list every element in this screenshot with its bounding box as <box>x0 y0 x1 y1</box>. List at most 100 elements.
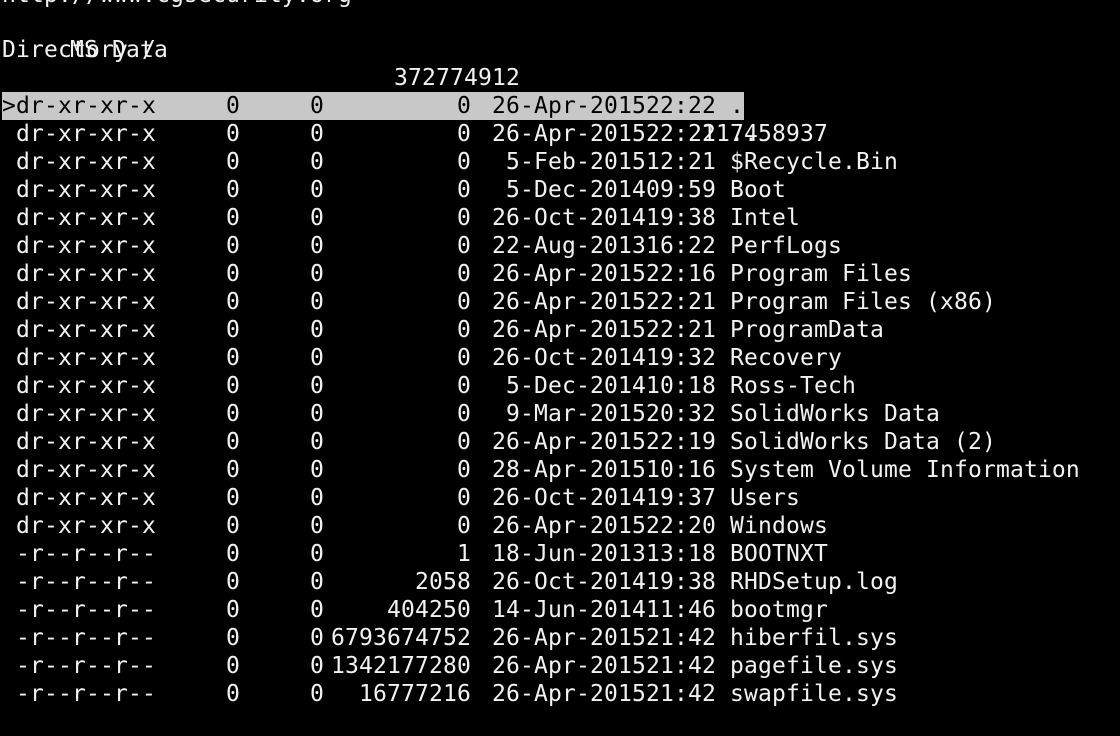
entry-permissions: -r--r--r-- <box>16 541 156 567</box>
entry-name: Windows <box>730 513 828 539</box>
entry-size: 0 <box>457 149 471 175</box>
file-list-row[interactable]: -r--r--r-- 0 0 2058 26-Oct-2014 19:38 RHDSetup… <box>2 568 1118 596</box>
file-list-row[interactable]: dr-xr-xr-x 0 0 0 26-Apr-2015 22:21 ProgramData <box>2 316 1118 344</box>
file-list-row[interactable]: dr-xr-xr-x 0 0 0 26-Apr-2015 22:22.. <box>2 120 1118 148</box>
entry-name: Recovery <box>730 345 842 371</box>
file-list-row[interactable]: -r--r--r-- 0 0 404250 14-Jun-2014 11:46 bootmg… <box>2 596 1118 624</box>
file-list-row[interactable]: dr-xr-xr-x 0 0 0 22-Aug-2013 16:22 PerfLogs <box>2 232 1118 260</box>
file-list-row[interactable]: dr-xr-xr-x 0 0 0 26-Apr-2015 22:21 Program Fil… <box>2 288 1118 316</box>
entry-time: 20:32 <box>646 401 716 427</box>
entry-gid: 0 <box>310 205 324 231</box>
entry-name: Ross-Tech <box>730 373 856 399</box>
entry-size: 16777216 <box>359 681 471 707</box>
entry-uid: 0 <box>226 401 240 427</box>
entry-permissions: dr-xr-xr-x <box>16 429 156 455</box>
entry-gid: 0 <box>310 597 324 623</box>
entry-date: 26-Oct-2014 <box>492 485 646 511</box>
entry-name: pagefile.sys <box>730 653 898 679</box>
entry-date: 9-Mar-2015 <box>506 401 646 427</box>
entry-date: 26-Apr-2015 <box>492 625 646 651</box>
entry-uid: 0 <box>226 205 240 231</box>
file-list-row[interactable]: dr-xr-xr-x 0 0 0 26-Oct-2014 19:32 Recovery <box>2 344 1118 372</box>
file-list-row[interactable]: -r--r--r-- 0 0 1342177280 26-Apr-2015 21:42 pa… <box>2 652 1118 680</box>
entry-uid: 0 <box>226 345 240 371</box>
entry-uid: 0 <box>226 457 240 483</box>
entry-time: 19:32 <box>646 345 716 371</box>
entry-date: 22-Aug-2013 <box>492 233 646 259</box>
entry-name: . <box>730 93 744 119</box>
file-list[interactable]: > dr-xr-xr-x 0 0 0 26-Apr-2015 22:22. dr-xr-xr-… <box>2 92 1118 708</box>
file-list-row[interactable]: dr-xr-xr-x 0 0 0 5-Dec-2014 10:18 Ross-Tech <box>2 372 1118 400</box>
entry-time: 09:59 <box>646 177 716 203</box>
directory-label: Directory / <box>2 37 156 63</box>
file-list-row[interactable]: dr-xr-xr-x 0 0 0 26-Oct-2014 19:37 Users <box>2 484 1118 512</box>
entry-date: 5-Dec-2014 <box>506 177 646 203</box>
entry-uid: 0 <box>226 513 240 539</box>
entry-date: 26-Apr-2015 <box>492 93 646 119</box>
entry-permissions: -r--r--r-- <box>16 625 156 651</box>
entry-date: 26-Apr-2015 <box>492 289 646 315</box>
entry-name: SolidWorks Data (2) <box>730 429 996 455</box>
entry-permissions: dr-xr-xr-x <box>16 401 156 427</box>
entry-size: 0 <box>457 429 471 455</box>
entry-gid: 0 <box>310 317 324 343</box>
entry-size: 0 <box>457 317 471 343</box>
entry-gid: 0 <box>310 429 324 455</box>
entry-size: 0 <box>457 485 471 511</box>
file-list-row[interactable]: > dr-xr-xr-x 0 0 0 26-Apr-2015 22:22. <box>2 92 1118 120</box>
entry-gid: 0 <box>310 373 324 399</box>
entry-name: Program Files <box>730 261 912 287</box>
entry-date: 26-Apr-2015 <box>492 429 646 455</box>
entry-gid: 0 <box>310 261 324 287</box>
entry-permissions: -r--r--r-- <box>16 681 156 707</box>
entry-permissions: dr-xr-xr-x <box>16 149 156 175</box>
entry-uid: 0 <box>226 485 240 511</box>
entry-gid: 0 <box>310 93 324 119</box>
disk-header-row: MS Data 372774912 490233848 117458937 <box>2 8 828 147</box>
entry-time: 21:42 <box>646 653 716 679</box>
entry-time: 22:22 <box>646 121 716 147</box>
entry-name: System Volume Information <box>730 457 1080 483</box>
entry-uid: 0 <box>226 653 240 679</box>
entry-uid: 0 <box>226 149 240 175</box>
entry-time: 21:42 <box>646 681 716 707</box>
entry-date: 18-Jun-2013 <box>492 541 646 567</box>
file-list-row[interactable]: dr-xr-xr-x 0 0 0 5-Dec-2014 09:59 Boot <box>2 176 1118 204</box>
entry-gid: 0 <box>310 681 324 707</box>
entry-uid: 0 <box>226 121 240 147</box>
file-list-row[interactable]: dr-xr-xr-x 0 0 0 26-Apr-2015 22:20 Windows <box>2 512 1118 540</box>
entry-uid: 0 <box>226 261 240 287</box>
entry-name: .. <box>730 121 758 147</box>
entry-name: Boot <box>730 177 786 203</box>
file-list-row[interactable]: -r--r--r-- 0 0 1 18-Jun-2013 13:18 BOOTNXT <box>2 540 1118 568</box>
entry-time: 22:21 <box>646 289 716 315</box>
file-list-row[interactable]: dr-xr-xr-x 0 0 0 9-Mar-2015 20:32 SolidWorks D… <box>2 400 1118 428</box>
entry-time: 22:21 <box>646 317 716 343</box>
entry-uid: 0 <box>226 429 240 455</box>
file-list-row[interactable]: dr-xr-xr-x 0 0 0 26-Apr-2015 22:16 Program Fil… <box>2 260 1118 288</box>
entry-size: 1342177280 <box>331 653 471 679</box>
file-list-row[interactable]: dr-xr-xr-x 0 0 0 5-Feb-2015 12:21 $Recycle.Bin <box>2 148 1118 176</box>
entry-time: 22:19 <box>646 429 716 455</box>
entry-size: 0 <box>457 345 471 371</box>
entry-permissions: dr-xr-xr-x <box>16 233 156 259</box>
file-list-row[interactable]: dr-xr-xr-x 0 0 0 28-Apr-2015 10:16 System Volu… <box>2 456 1118 484</box>
entry-date: 28-Apr-2015 <box>492 457 646 483</box>
entry-time: 16:22 <box>646 233 716 259</box>
entry-size: 0 <box>457 401 471 427</box>
entry-name: Intel <box>730 205 800 231</box>
file-list-row[interactable]: dr-xr-xr-x 0 0 0 26-Apr-2015 22:19 SolidWorks … <box>2 428 1118 456</box>
entry-permissions: dr-xr-xr-x <box>16 513 156 539</box>
entry-gid: 0 <box>310 177 324 203</box>
file-list-row[interactable]: -r--r--r-- 0 0 16777216 26-Apr-2015 21:42 swap… <box>2 680 1118 708</box>
entry-time: 19:38 <box>646 205 716 231</box>
file-list-row[interactable]: -r--r--r-- 0 0 6793674752 26-Apr-2015 21:42 hi… <box>2 624 1118 652</box>
entry-gid: 0 <box>310 569 324 595</box>
file-list-row[interactable]: dr-xr-xr-x 0 0 0 26-Oct-2014 19:38 Intel <box>2 204 1118 232</box>
entry-size: 0 <box>457 513 471 539</box>
entry-uid: 0 <box>226 233 240 259</box>
entry-date: 26-Oct-2014 <box>492 205 646 231</box>
entry-size: 0 <box>457 121 471 147</box>
entry-time: 13:18 <box>646 541 716 567</box>
entry-permissions: dr-xr-xr-x <box>16 457 156 483</box>
